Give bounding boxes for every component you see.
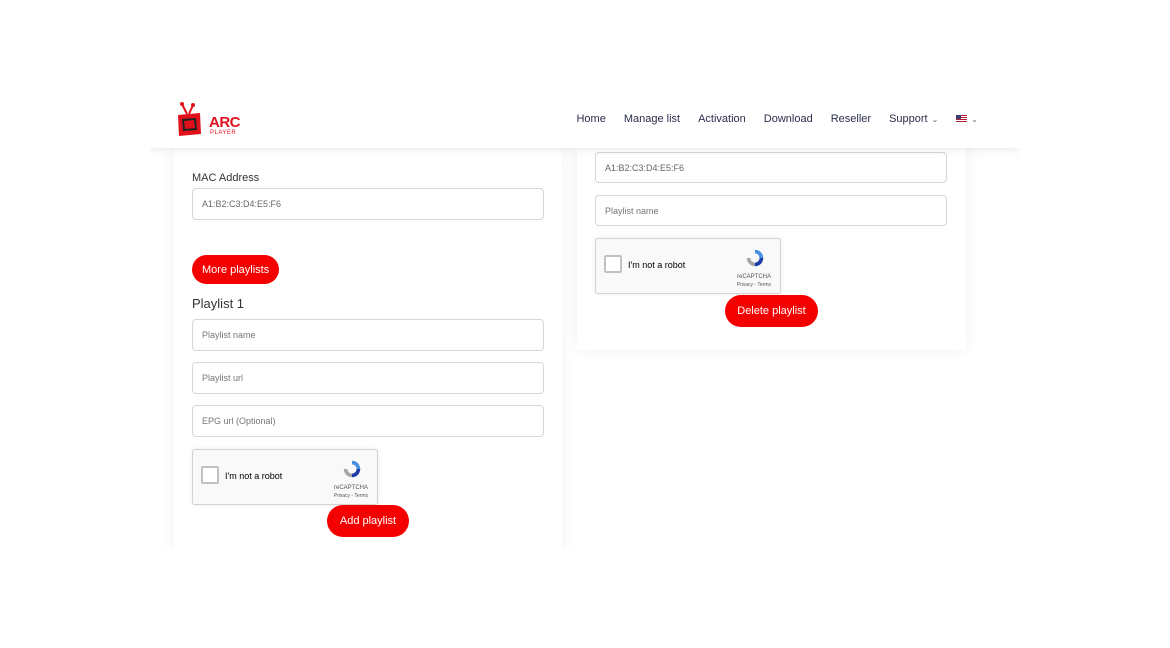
arc-player-logo[interactable]: ARC PLAYER xyxy=(176,102,241,140)
nav-links: Home Manage list Activation Download Res… xyxy=(576,113,978,125)
chevron-down-icon: ⌄ xyxy=(971,114,978,124)
add-playlist-card: MAC Address More playlists Playlist 1 I'… xyxy=(174,148,562,549)
recaptcha-checkbox[interactable] xyxy=(201,466,219,484)
delete-playlist-button[interactable]: Delete playlist xyxy=(725,295,818,327)
recaptcha-checkbox[interactable] xyxy=(604,255,622,273)
page-frame: ARC PLAYER Home Manage list Activation D… xyxy=(150,92,1020,549)
navbar: ARC PLAYER Home Manage list Activation D… xyxy=(150,92,1020,148)
recaptcha-brand: reCAPTCHA xyxy=(333,485,368,491)
nav-reseller[interactable]: Reseller xyxy=(831,113,871,125)
playlist-name-field[interactable] xyxy=(595,195,947,226)
recaptcha-terms-link[interactable]: Privacy - Terms xyxy=(737,282,771,288)
logo-subtext: PLAYER xyxy=(210,130,237,136)
recaptcha-label: I'm not a robot xyxy=(225,471,283,481)
nav-download[interactable]: Download xyxy=(764,113,813,125)
mac-address-field[interactable] xyxy=(595,152,947,183)
recaptcha-brand: reCAPTCHA xyxy=(736,274,771,280)
nav-home[interactable]: Home xyxy=(576,113,605,125)
tv-logo-icon xyxy=(178,102,201,136)
recaptcha-icon xyxy=(746,249,764,267)
chevron-down-icon: ⌄ xyxy=(931,114,939,124)
recaptcha-icon xyxy=(343,460,361,478)
mac-address-label: MAC Address xyxy=(192,172,260,184)
mac-address-field[interactable] xyxy=(192,188,544,220)
recaptcha-label: I'm not a robot xyxy=(628,260,686,270)
nav-support-dropdown[interactable]: Support ⌄ xyxy=(889,113,938,125)
epg-url-field[interactable] xyxy=(192,405,544,437)
nav-manage-list[interactable]: Manage list xyxy=(624,113,680,125)
nav-support-label: Support xyxy=(889,113,928,125)
more-playlists-button[interactable]: More playlists xyxy=(192,255,280,284)
nav-activation[interactable]: Activation xyxy=(698,113,746,125)
recaptcha-widget: I'm not a robot reCAPTCHA Privacy - Term… xyxy=(595,238,781,294)
playlist-title: Playlist 1 xyxy=(192,296,245,311)
add-playlist-button[interactable]: Add playlist xyxy=(327,505,409,537)
language-selector[interactable]: ⌄ xyxy=(956,115,978,124)
playlist-url-field[interactable] xyxy=(192,362,544,394)
delete-playlist-card: I'm not a robot reCAPTCHA Privacy - Term… xyxy=(577,132,966,350)
us-flag-icon xyxy=(956,115,968,123)
recaptcha-widget: I'm not a robot reCAPTCHA Privacy - Term… xyxy=(192,449,378,505)
recaptcha-terms-link[interactable]: Privacy - Terms xyxy=(334,493,368,499)
logo-text: ARC xyxy=(209,114,241,131)
playlist-name-field[interactable] xyxy=(192,319,544,351)
